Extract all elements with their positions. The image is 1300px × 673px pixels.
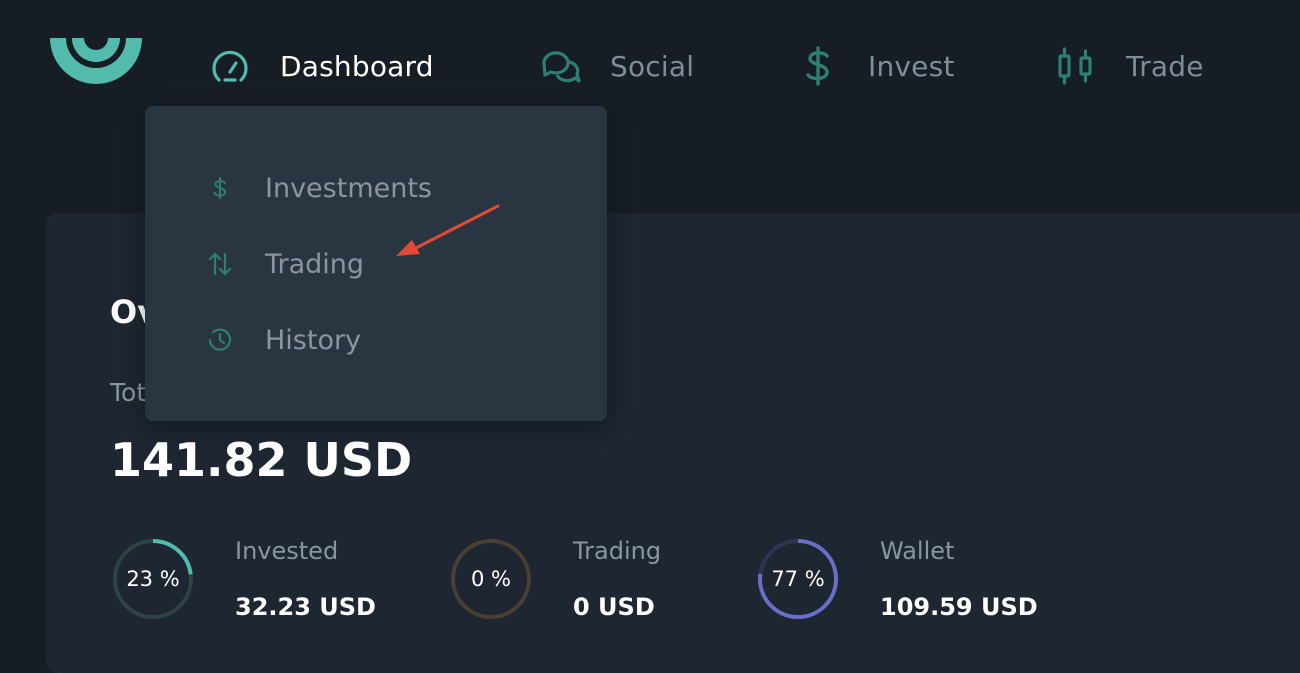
stat-label: Invested [235,537,339,565]
stat-label: Trading [573,537,662,565]
menu-item-label: History [265,324,362,356]
stat-value: 32.23 USD [235,593,376,621]
logo-icon [50,38,142,84]
menu-item-label: Trading [265,248,365,280]
total-value: 141.82 USD [110,433,413,487]
ring-percent: 23 % [126,567,180,591]
candlestick-icon [1054,44,1098,88]
ring-percent: 77 % [771,567,825,591]
stat-value: 0 USD [573,593,655,621]
up-down-arrows-icon [202,246,238,282]
nav-trade[interactable]: Trade [1054,44,1204,88]
dollar-icon [796,44,840,88]
nav-dashboard[interactable]: Dashboard [208,44,434,88]
dashboard-dropdown-menu: Investments Trading History [145,106,607,421]
nav-invest[interactable]: Invest [796,44,955,88]
menu-item-history[interactable]: History [202,318,361,362]
stat-label: Wallet [880,537,955,565]
nav-label: Trade [1126,49,1204,83]
nav-label: Dashboard [280,49,434,83]
chat-bubbles-icon [538,44,582,88]
annotation-arrow [396,204,500,256]
nav-label: Social [610,49,695,83]
clock-icon [202,322,238,358]
dollar-icon [202,170,238,206]
nav-social[interactable]: Social [538,44,694,88]
nav-label: Invest [868,49,955,83]
total-label: Tot [110,378,147,407]
ring-percent: 0 % [471,567,511,591]
speedometer-icon [208,44,252,88]
menu-item-trading[interactable]: Trading [202,242,364,286]
stat-value: 109.59 USD [880,593,1038,621]
